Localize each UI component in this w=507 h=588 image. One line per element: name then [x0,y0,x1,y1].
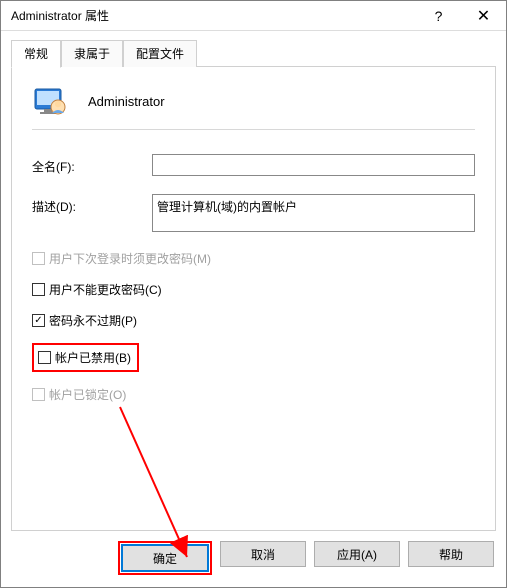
check-label: 密码永不过期(P) [49,312,137,329]
checkbox-icon [38,351,51,364]
checkbox-icon [32,314,45,327]
dialog-buttons: 确定 取消 应用(A) 帮助 [11,531,496,577]
tabbar: 常规 隶属于 配置文件 [11,39,496,67]
fullname-label: 全名(F): [32,154,152,175]
check-cannot-change-password[interactable]: 用户不能更改密码(C) [32,281,475,298]
check-must-change-password: 用户下次登录时须更改密码(M) [32,250,475,267]
description-label: 描述(D): [32,194,152,215]
user-icon [32,83,68,119]
checkbox-icon [32,252,45,265]
description-input[interactable] [152,194,475,232]
properties-window: Administrator 属性 ? ✕ 常规 隶属于 配置文件 [0,0,507,588]
check-label: 用户下次登录时须更改密码(M) [49,250,211,267]
tab-general[interactable]: 常规 [11,40,61,68]
row-description: 描述(D): [32,194,475,232]
row-fullname: 全名(F): [32,154,475,176]
client-area: 常规 隶属于 配置文件 Administrator [1,31,506,587]
help-button[interactable]: ? [416,1,461,31]
check-label: 帐户已锁定(O) [49,386,126,403]
user-header: Administrator [32,83,475,119]
tab-member-of[interactable]: 隶属于 [61,40,123,67]
check-account-locked: 帐户已锁定(O) [32,386,475,403]
fullname-input[interactable] [152,154,475,176]
check-password-never-expires[interactable]: 密码永不过期(P) [32,312,475,329]
tab-panel-general: Administrator 全名(F): 描述(D): 用户下次登录时须更改密码… [11,66,496,531]
user-name: Administrator [88,94,165,109]
checkbox-group: 用户下次登录时须更改密码(M) 用户不能更改密码(C) 密码永不过期(P) 帐户… [32,250,475,403]
checkbox-icon [32,283,45,296]
check-label: 帐户已禁用(B) [55,349,131,366]
help-button-bottom[interactable]: 帮助 [408,541,494,567]
tab-profile[interactable]: 配置文件 [123,40,197,67]
separator [32,129,475,130]
checkbox-icon [32,388,45,401]
apply-button[interactable]: 应用(A) [314,541,400,567]
window-title: Administrator 属性 [11,7,416,24]
close-button[interactable]: ✕ [461,1,506,31]
titlebar: Administrator 属性 ? ✕ [1,1,506,31]
check-account-disabled[interactable]: 帐户已禁用(B) [38,349,131,366]
cancel-button[interactable]: 取消 [220,541,306,567]
annotation-highlight-ok: 确定 [118,541,212,575]
ok-button[interactable]: 确定 [122,545,208,571]
check-label: 用户不能更改密码(C) [49,281,162,298]
annotation-highlight-disabled: 帐户已禁用(B) [32,343,475,372]
